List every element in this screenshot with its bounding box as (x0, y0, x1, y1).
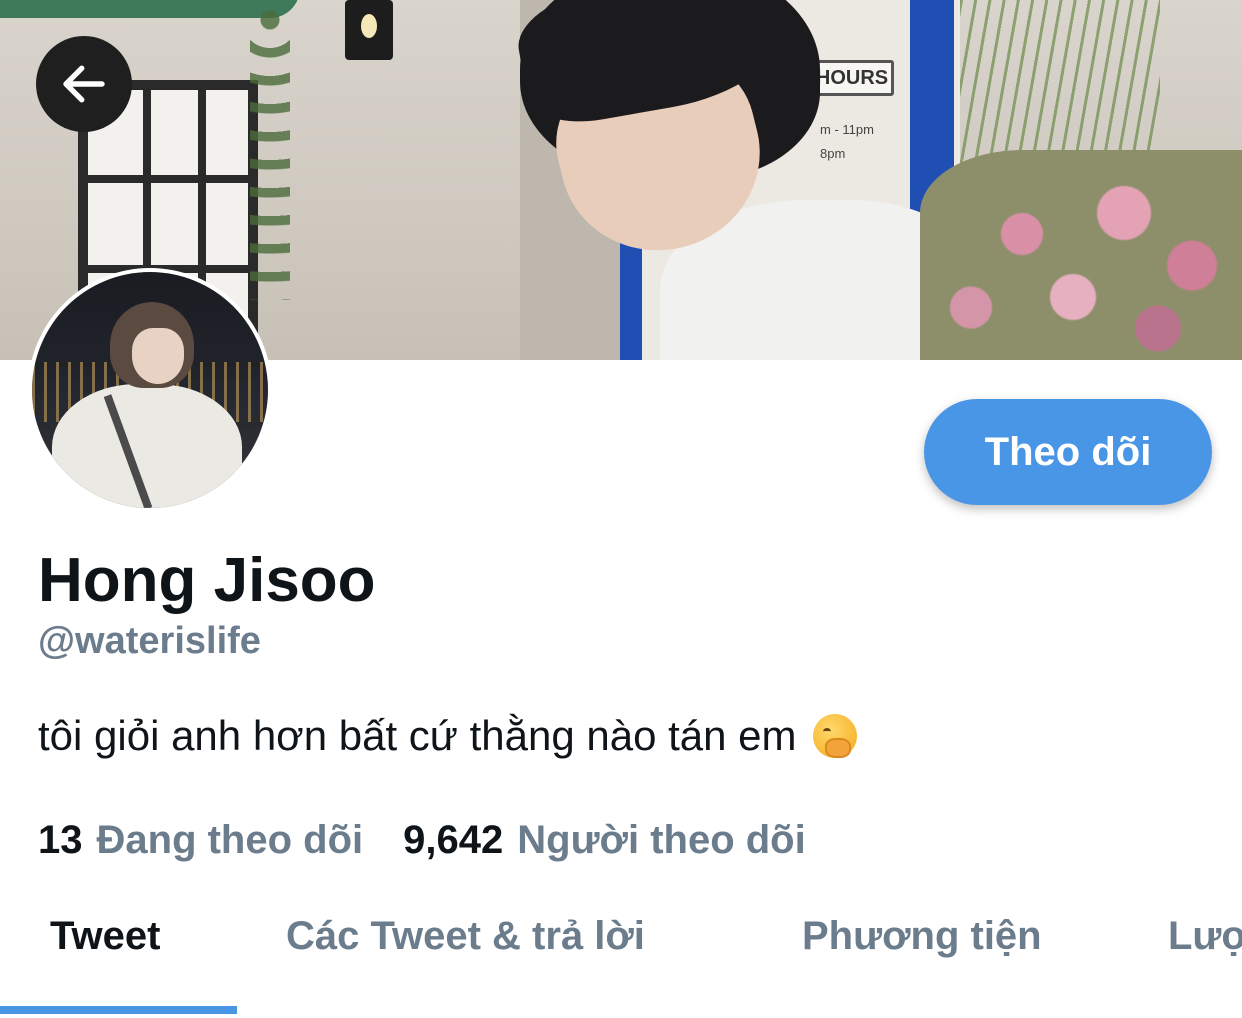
following-label: Đang theo dõi (96, 818, 364, 862)
display-name: Hong Jisoo (38, 546, 376, 615)
followers-count: 9,642 (403, 818, 504, 862)
user-handle: @waterislife (38, 620, 261, 662)
active-tab-indicator (0, 1006, 237, 1014)
back-button[interactable] (36, 36, 132, 132)
bio-text: tôi giỏi anh hơn bất cứ thằng nào tán em (38, 712, 797, 759)
bio: tôi giỏi anh hơn bất cứ thằng nào tán em (38, 712, 857, 760)
banner-hours-sign: HOURS (810, 60, 894, 96)
avatar[interactable] (28, 268, 272, 512)
follow-stats: 13 Đang theo dõi 9,642 Người theo dõi (38, 818, 846, 863)
tab-likes[interactable]: Lượt thích (1168, 914, 1242, 959)
yawning-face-icon (812, 714, 857, 758)
following-count: 13 (38, 818, 83, 862)
tab-tweets-and-replies[interactable]: Các Tweet & trả lời (286, 914, 645, 959)
banner-hours-text: m - 11pm 8pm (820, 122, 874, 161)
tab-media[interactable]: Phương tiện (802, 914, 1042, 959)
tab-tweets[interactable]: Tweet (50, 914, 160, 959)
follow-button[interactable]: Theo dõi (924, 399, 1212, 505)
avatar-image (32, 272, 268, 508)
banner-flowers (920, 150, 1242, 360)
followers-label: Người theo dõi (517, 818, 806, 862)
arrow-left-icon (63, 65, 105, 103)
banner-vine (250, 0, 290, 300)
banner-lamp (345, 0, 393, 60)
following-link[interactable]: 13 Đang theo dõi (38, 818, 363, 863)
followers-link[interactable]: 9,642 Người theo dõi (403, 818, 806, 863)
profile-tabs: Tweet Các Tweet & trả lời Phương tiện Lư… (0, 880, 1242, 1018)
